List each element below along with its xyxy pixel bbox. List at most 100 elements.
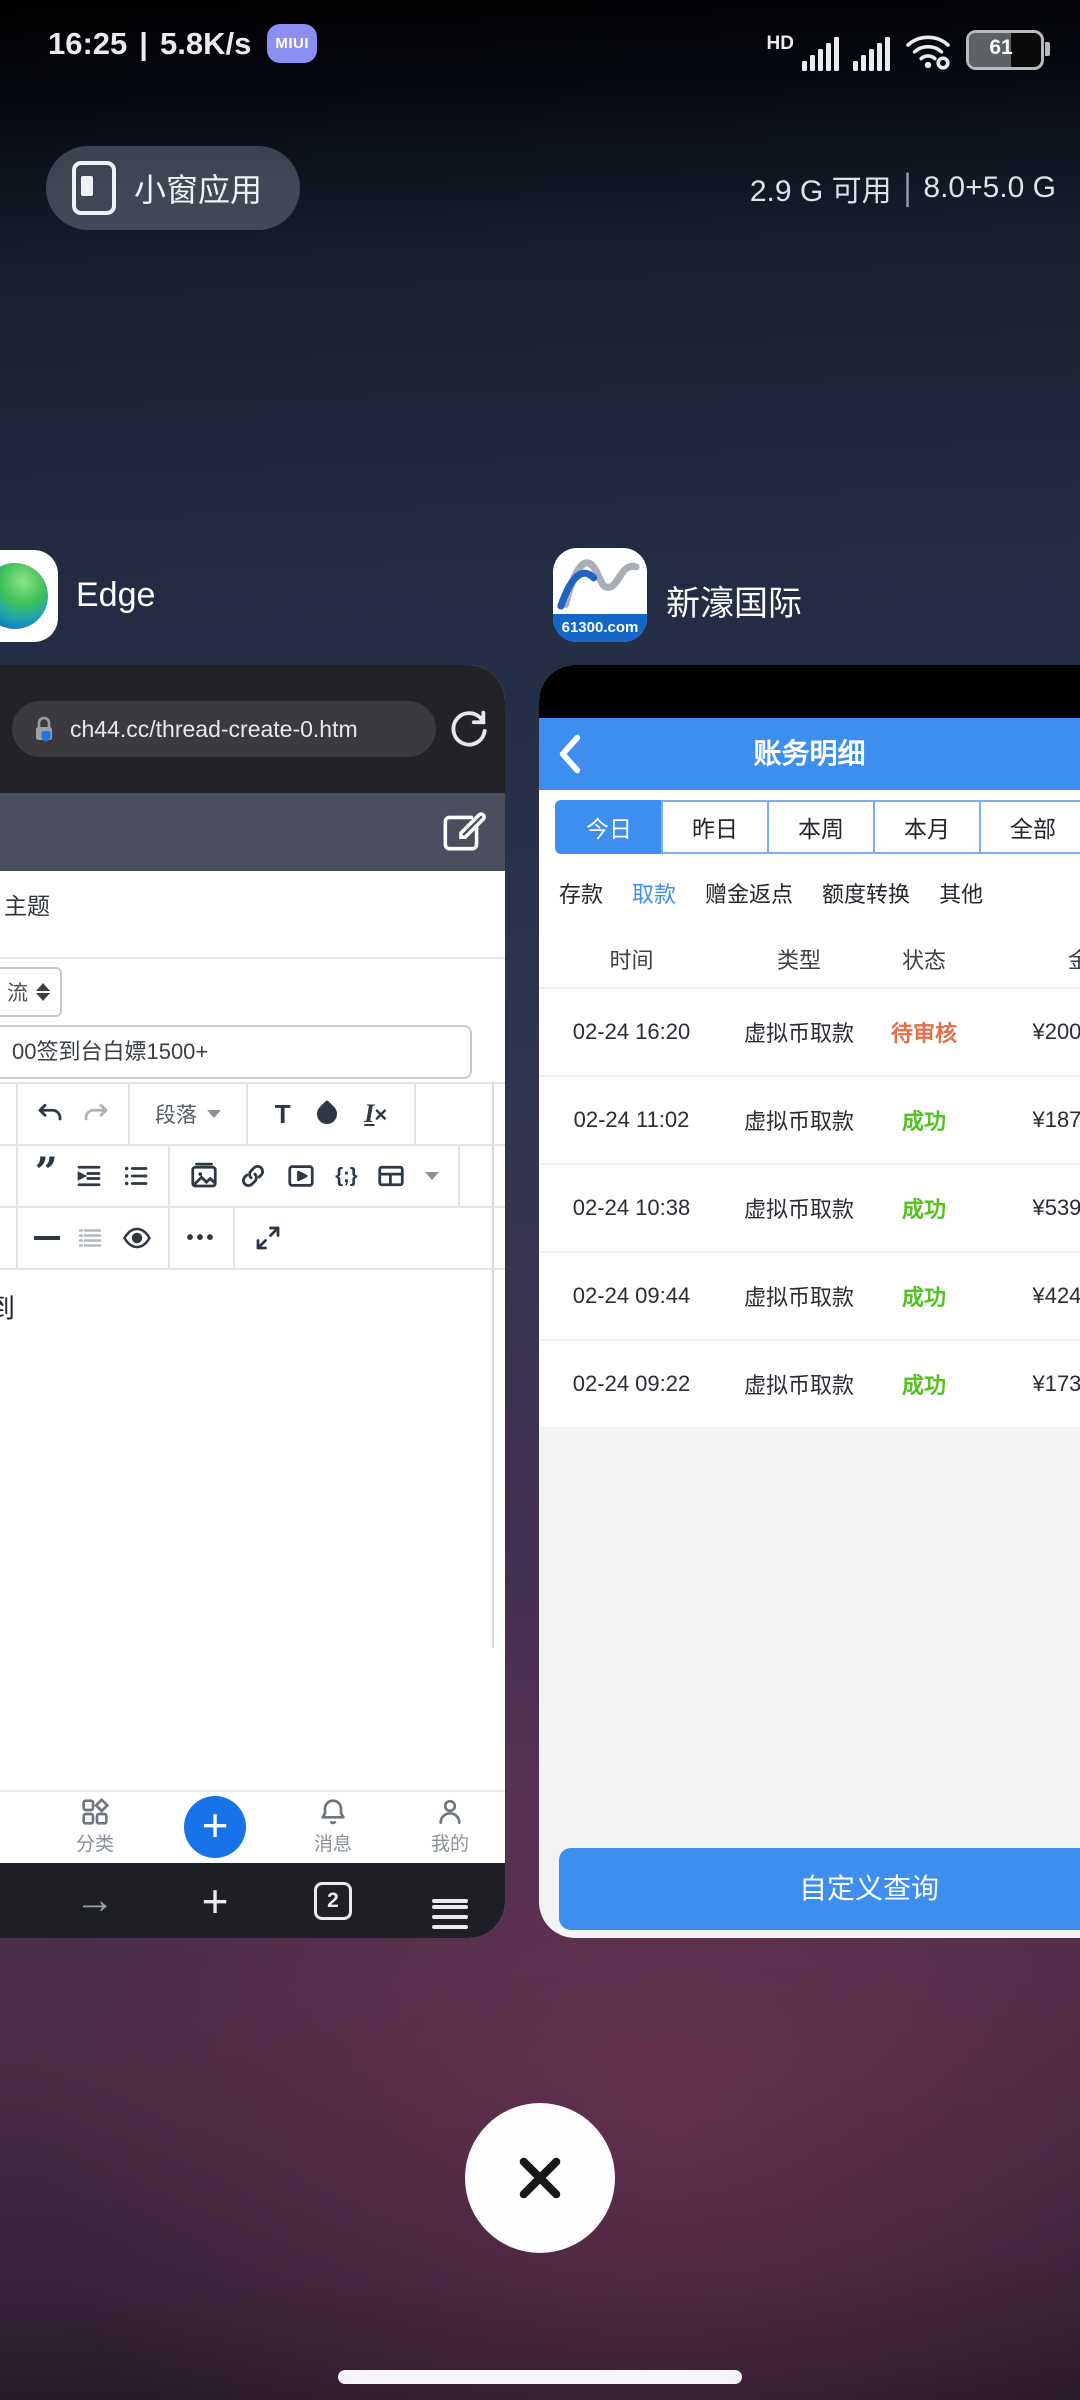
tab-this-week[interactable]: 本周 bbox=[767, 800, 875, 854]
new-tab-button[interactable]: + bbox=[180, 1863, 250, 1938]
row-type: 虚拟币取款 bbox=[724, 1368, 874, 1400]
status-bar-left: 16:25 | 5.8K/s MIUI bbox=[48, 24, 317, 63]
toolbar-row-2: ” bbox=[0, 1144, 505, 1206]
link-icon[interactable] bbox=[238, 1161, 268, 1191]
category-select[interactable]: 流 bbox=[0, 967, 62, 1017]
small-window-icon bbox=[72, 161, 116, 215]
nav-category-label: 分类 bbox=[50, 1829, 140, 1856]
filter-bonus-rebate[interactable]: 赠金返点 bbox=[705, 877, 793, 909]
paragraph-dropdown[interactable]: 段落 bbox=[130, 1084, 248, 1144]
blockquote-icon[interactable]: ” bbox=[35, 1163, 58, 1189]
clear-format-icon[interactable]: I× bbox=[364, 1099, 387, 1129]
battery-level: 61 bbox=[969, 36, 1033, 60]
lock-icon bbox=[32, 715, 56, 743]
status-badge: 成功 bbox=[874, 1192, 974, 1224]
video-icon[interactable] bbox=[286, 1161, 316, 1191]
small-window-apps-button[interactable]: 小窗应用 bbox=[46, 146, 300, 230]
edge-app-icon[interactable] bbox=[0, 550, 58, 642]
tab-switcher-button[interactable]: 2 bbox=[298, 1863, 368, 1938]
status-divider: | bbox=[139, 26, 148, 62]
toolbar-misc-group bbox=[18, 1208, 170, 1268]
reload-button[interactable] bbox=[445, 705, 491, 751]
editor-scrollbar[interactable] bbox=[492, 1082, 494, 1648]
wifi-icon bbox=[904, 31, 952, 71]
storage-info: 8.0+5.0 G bbox=[923, 171, 1056, 205]
forward-button[interactable]: → bbox=[60, 1863, 130, 1938]
menu-button[interactable] bbox=[415, 1863, 485, 1938]
code-icon[interactable]: {;} bbox=[335, 1165, 357, 1188]
nav-profile[interactable]: 我的 bbox=[405, 1796, 495, 1856]
app-statusbar-band bbox=[539, 665, 1080, 718]
edge-app-name: Edge bbox=[76, 576, 155, 615]
form-title: 主题 bbox=[4, 887, 50, 921]
toolbar-history-group bbox=[18, 1084, 130, 1144]
finance-header: 账务明细 bbox=[539, 718, 1080, 790]
nav-category[interactable]: 分类 bbox=[50, 1796, 140, 1856]
row-time: 02-24 10:38 bbox=[539, 1195, 724, 1221]
address-bar[interactable]: ch44.cc/thread-create-0.htm bbox=[12, 701, 436, 757]
preview-eye-icon[interactable] bbox=[121, 1223, 153, 1253]
toolbar-partial-cell bbox=[0, 1146, 18, 1206]
status-badge: 待审核 bbox=[874, 1016, 974, 1048]
filter-deposit[interactable]: 存款 bbox=[559, 877, 603, 909]
filter-other[interactable]: 其他 bbox=[939, 877, 983, 909]
edge-logo bbox=[0, 563, 48, 629]
toolbar-partial-cell bbox=[0, 1208, 18, 1268]
table-header: 时间 类型 状态 金额 bbox=[539, 931, 1080, 987]
list-preview-icon[interactable] bbox=[75, 1223, 105, 1253]
redo-icon[interactable] bbox=[81, 1099, 111, 1129]
row-amount: ¥539.00 bbox=[974, 1195, 1080, 1221]
undo-icon[interactable] bbox=[35, 1099, 65, 1129]
edge-task-card[interactable]: ch44.cc/thread-create-0.htm 主题 流 00签到台白嫖… bbox=[0, 665, 505, 1938]
bullet-list-icon[interactable] bbox=[121, 1161, 151, 1191]
back-icon[interactable] bbox=[557, 734, 583, 774]
page-subheader-band bbox=[0, 793, 505, 871]
table-icon[interactable] bbox=[376, 1161, 406, 1191]
editor-content-text[interactable]: 到 bbox=[0, 1287, 15, 1326]
col-status: 状态 bbox=[874, 943, 974, 975]
close-all-button[interactable] bbox=[465, 2103, 615, 2253]
network-speed: 5.8K/s bbox=[160, 26, 251, 62]
indent-icon[interactable] bbox=[74, 1161, 104, 1191]
xinhao-icon-caption: 61300.com bbox=[553, 614, 647, 642]
table-row[interactable]: 02-24 11:02 虚拟币取款 成功 ¥187.00 bbox=[539, 1075, 1080, 1163]
row-amount: ¥173.00 bbox=[974, 1371, 1080, 1397]
edge-browser-header: ch44.cc/thread-create-0.htm bbox=[0, 665, 505, 793]
color-droplet-icon[interactable] bbox=[313, 1100, 341, 1128]
row-time: 02-24 09:44 bbox=[539, 1283, 724, 1309]
small-window-label: 小窗应用 bbox=[134, 165, 262, 211]
home-indicator[interactable] bbox=[338, 2370, 742, 2384]
compose-icon[interactable] bbox=[437, 807, 487, 857]
nav-messages[interactable]: 消息 bbox=[288, 1796, 378, 1856]
paragraph-label: 段落 bbox=[155, 1099, 197, 1129]
table-row[interactable]: 02-24 16:20 虚拟币取款 待审核 ¥200.00 bbox=[539, 987, 1080, 1075]
toolbar-row-3: ••• bbox=[0, 1206, 505, 1270]
status-badge: 成功 bbox=[874, 1368, 974, 1400]
horizontal-rule-icon[interactable] bbox=[34, 1236, 60, 1240]
memory-divider: | bbox=[904, 167, 912, 210]
tab-today[interactable]: 今日 bbox=[555, 800, 663, 854]
xinhao-app-icon[interactable]: 61300.com bbox=[553, 548, 647, 642]
tab-all[interactable]: 全部 bbox=[979, 800, 1080, 854]
custom-query-button[interactable]: 自定义查询 bbox=[559, 1848, 1080, 1930]
row-type: 虚拟币取款 bbox=[724, 1280, 874, 1312]
table-row[interactable]: 02-24 09:44 虚拟币取款 成功 ¥424.00 bbox=[539, 1251, 1080, 1339]
image-icon[interactable] bbox=[189, 1161, 219, 1191]
tab-this-month[interactable]: 本月 bbox=[873, 800, 981, 854]
table-row[interactable]: 02-24 10:38 虚拟币取款 成功 ¥539.00 bbox=[539, 1163, 1080, 1251]
more-options-icon[interactable]: ••• bbox=[186, 1227, 216, 1250]
signal-strength-icon-1 bbox=[802, 37, 839, 71]
xinhao-app-name: 新濠国际 bbox=[666, 576, 802, 625]
row-amount: ¥424.00 bbox=[974, 1283, 1080, 1309]
new-post-button[interactable]: + bbox=[184, 1796, 246, 1858]
xinhao-logo bbox=[553, 548, 647, 614]
subject-input[interactable]: 00签到台白嫖1500+ bbox=[0, 1025, 472, 1079]
tab-yesterday[interactable]: 昨日 bbox=[661, 800, 769, 854]
filter-withdrawal[interactable]: 取款 bbox=[632, 877, 676, 909]
table-row[interactable]: 02-24 09:22 虚拟币取款 成功 ¥173.00 bbox=[539, 1339, 1080, 1427]
filter-quota-transfer[interactable]: 额度转换 bbox=[822, 877, 910, 909]
text-format-icon[interactable]: T bbox=[275, 1099, 291, 1130]
fullscreen-icon[interactable] bbox=[253, 1223, 283, 1253]
browser-bottom-bar: → + 2 bbox=[0, 1863, 505, 1938]
xinhao-task-card[interactable]: 账务明细 今日 昨日 本周 本月 全部 存款 取款 赠金返点 额度转换 其他 时… bbox=[539, 665, 1080, 1938]
